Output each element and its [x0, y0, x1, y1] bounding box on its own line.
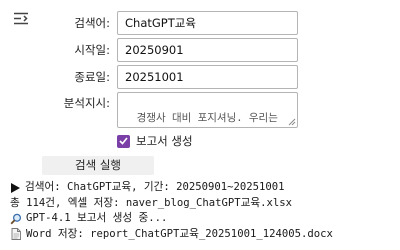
analysis-text: 경쟁사 대비 포지셔닝. 우리는 '한국GPT협회'임: [136, 112, 278, 124]
checkmark-icon: [119, 137, 128, 145]
end-date-input[interactable]: 20251001: [117, 65, 298, 89]
search-row: 검색어: ChatGPT교육: [0, 11, 400, 35]
log-line: 검색어: ChatGPT교육, 기간: 20250901~20251001: [10, 180, 398, 196]
start-date-input[interactable]: 20250901: [117, 38, 298, 62]
report-checkbox-group[interactable]: 보고서 생성: [117, 133, 193, 149]
search-input[interactable]: ChatGPT교육: [117, 11, 298, 35]
play-arrow-icon: [10, 182, 20, 193]
document-icon: [10, 228, 22, 241]
report-checkbox[interactable]: [117, 134, 130, 148]
magnifier-icon: [10, 213, 22, 225]
end-date-row: 종료일: 20251001: [0, 65, 400, 89]
search-label: 검색어:: [74, 16, 110, 30]
end-date-label: 종료일:: [74, 70, 110, 84]
log-text: 총 114건, 엑셀 저장: naver_blog_ChatGPT교육.xlsx: [10, 196, 293, 209]
report-checkbox-label: 보고서 생성: [136, 134, 193, 148]
log-line: 총 114건, 엑셀 저장: naver_blog_ChatGPT교육.xlsx: [10, 196, 398, 212]
start-date-label: 시작일:: [74, 43, 110, 57]
log-text: Word 저장: report_ChatGPT교육_20251001_12400…: [26, 227, 333, 240]
start-date-row: 시작일: 20250901: [0, 38, 400, 62]
log-line: GPT-4.1 보고서 생성 중...: [10, 211, 398, 227]
log-output: 검색어: ChatGPT교육, 기간: 20250901~20251001 총 …: [10, 180, 398, 242]
log-text: GPT-4.1 보고서 생성 중...: [26, 212, 168, 224]
log-line: Word 저장: report_ChatGPT교육_20251001_12400…: [10, 227, 398, 243]
resize-grip-icon[interactable]: [287, 117, 296, 126]
log-text: 검색어: ChatGPT교육, 기간: 20250901~20251001: [25, 181, 285, 193]
analysis-label: 분석지시:: [63, 96, 110, 110]
run-search-button[interactable]: 검색 실행: [42, 156, 154, 175]
analysis-textarea[interactable]: 경쟁사 대비 포지셔닝. 우리는 '한국GPT협회'임: [117, 92, 298, 128]
